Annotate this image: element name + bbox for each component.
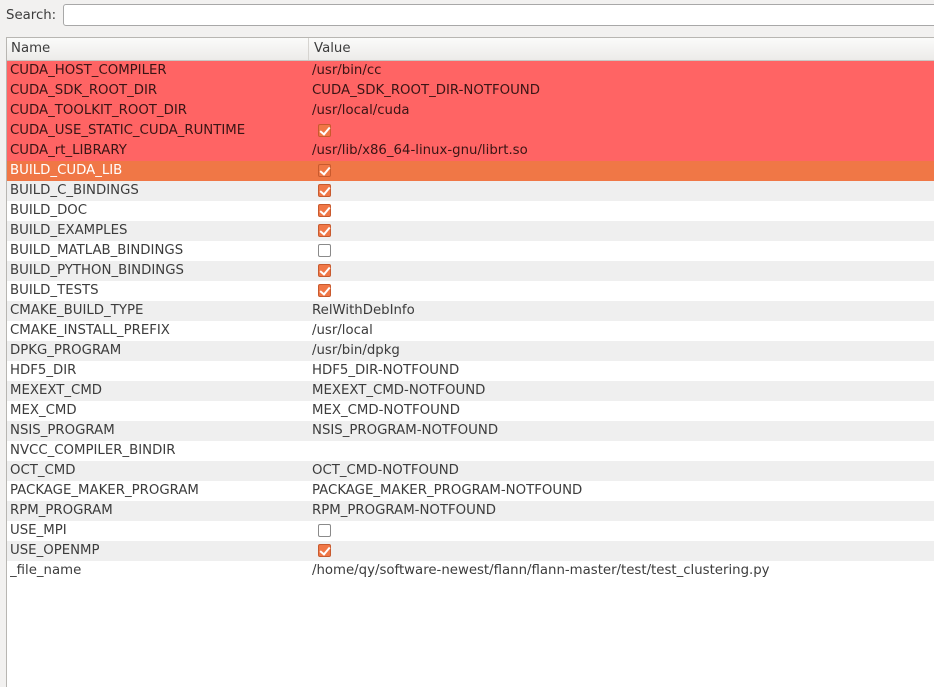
checkbox-checked[interactable] bbox=[318, 184, 331, 197]
table-row[interactable]: OCT_CMD OCT_CMD-NOTFOUND bbox=[7, 461, 934, 481]
variable-name: BUILD_C_BINDINGS bbox=[10, 183, 139, 198]
variable-name: CUDA_USE_STATIC_CUDA_RUNTIME bbox=[10, 123, 246, 138]
table-row[interactable]: PACKAGE_MAKER_PROGRAM PACKAGE_MAKER_PROGR… bbox=[7, 481, 934, 501]
variable-value[interactable]: NSIS_PROGRAM-NOTFOUND bbox=[312, 421, 934, 441]
variable-name: MEX_CMD bbox=[10, 403, 77, 418]
search-bar: Search: bbox=[0, 0, 934, 32]
table-row[interactable]: BUILD_CUDA_LIB bbox=[7, 161, 934, 181]
table-header: Name Value bbox=[7, 38, 934, 61]
variable-name: BUILD_DOC bbox=[10, 203, 88, 218]
table-row[interactable]: NSIS_PROGRAM NSIS_PROGRAM-NOTFOUND bbox=[7, 421, 934, 441]
variable-name: MEXEXT_CMD bbox=[10, 383, 103, 398]
variable-name: CMAKE_INSTALL_PREFIX bbox=[10, 323, 170, 338]
variable-value[interactable]: MEXEXT_CMD-NOTFOUND bbox=[312, 381, 934, 401]
table-row[interactable]: BUILD_DOC bbox=[7, 201, 934, 221]
table-row[interactable]: BUILD_C_BINDINGS bbox=[7, 181, 934, 201]
table-row[interactable]: BUILD_PYTHON_BINDINGS bbox=[7, 261, 934, 281]
table-row[interactable]: CMAKE_BUILD_TYPE RelWithDebInfo bbox=[7, 301, 934, 321]
search-label: Search: bbox=[6, 8, 57, 23]
table-row[interactable]: CUDA_TOOLKIT_ROOT_DIR/usr/local/cuda bbox=[7, 101, 934, 121]
checkbox-unchecked[interactable] bbox=[318, 244, 331, 257]
variable-name: BUILD_PYTHON_BINDINGS bbox=[10, 263, 184, 278]
checkbox-checked[interactable] bbox=[318, 124, 331, 137]
variable-name: CUDA_HOST_COMPILER bbox=[10, 63, 167, 78]
checkbox-checked[interactable] bbox=[318, 164, 331, 177]
variable-value[interactable]: /usr/lib/x86_64-linux-gnu/librt.so bbox=[312, 141, 934, 161]
variable-name: BUILD_CUDA_LIB bbox=[10, 163, 123, 178]
table-row[interactable]: MEXEXT_CMD MEXEXT_CMD-NOTFOUND bbox=[7, 381, 934, 401]
variable-value[interactable]: /usr/local/cuda bbox=[312, 101, 934, 121]
variable-value[interactable]: PACKAGE_MAKER_PROGRAM-NOTFOUND bbox=[312, 481, 934, 501]
table-row[interactable]: BUILD_EXAMPLES bbox=[7, 221, 934, 241]
table-row[interactable]: USE_OPENMP bbox=[7, 541, 934, 561]
table-body: CUDA_HOST_COMPILER/usr/bin/cc CUDA_SDK_RO… bbox=[7, 61, 934, 581]
search-input[interactable] bbox=[63, 4, 934, 26]
table-row[interactable]: HDF5_DIR HDF5_DIR-NOTFOUND bbox=[7, 361, 934, 381]
variable-name: NSIS_PROGRAM bbox=[10, 423, 115, 438]
variable-name: BUILD_MATLAB_BINDINGS bbox=[10, 243, 184, 258]
variable-name: DPKG_PROGRAM bbox=[10, 343, 122, 358]
variable-name: CMAKE_BUILD_TYPE bbox=[10, 303, 144, 318]
table-row[interactable]: CUDA_USE_STATIC_CUDA_RUNTIME bbox=[7, 121, 934, 141]
variable-value[interactable]: /usr/bin/cc bbox=[312, 61, 934, 81]
variable-name: BUILD_TESTS bbox=[10, 283, 99, 298]
table-row[interactable]: BUILD_TESTS bbox=[7, 281, 934, 301]
variable-name: CUDA_SDK_ROOT_DIR bbox=[10, 83, 158, 98]
table-row[interactable]: BUILD_MATLAB_BINDINGS bbox=[7, 241, 934, 261]
table-row[interactable]: MEX_CMD MEX_CMD-NOTFOUND bbox=[7, 401, 934, 421]
variable-name: _file_name bbox=[10, 563, 82, 578]
checkbox-checked[interactable] bbox=[318, 544, 331, 557]
checkbox-unchecked[interactable] bbox=[318, 524, 331, 537]
checkbox-checked[interactable] bbox=[318, 204, 331, 217]
variable-value[interactable]: /usr/local bbox=[312, 321, 934, 341]
variable-name: NVCC_COMPILER_BINDIR bbox=[10, 443, 176, 458]
variable-value[interactable]: /usr/bin/dpkg bbox=[312, 341, 934, 361]
variable-name: PACKAGE_MAKER_PROGRAM bbox=[10, 483, 199, 498]
variable-name: HDF5_DIR bbox=[10, 363, 77, 378]
column-header-value[interactable]: Value bbox=[309, 38, 934, 60]
table-row[interactable]: CUDA_rt_LIBRARY/usr/lib/x86_64-linux-gnu… bbox=[7, 141, 934, 161]
variable-value[interactable]: MEX_CMD-NOTFOUND bbox=[312, 401, 934, 421]
table-row[interactable]: DPKG_PROGRAM/usr/bin/dpkg bbox=[7, 341, 934, 361]
variable-value[interactable]: CUDA_SDK_ROOT_DIR-NOTFOUND bbox=[312, 81, 934, 101]
variable-value[interactable]: /home/qy/software-newest/flann/flann-mas… bbox=[312, 561, 934, 581]
variable-name: CUDA_rt_LIBRARY bbox=[10, 143, 127, 158]
table-row[interactable]: USE_MPI bbox=[7, 521, 934, 541]
cache-variables-table: Name Value CUDA_HOST_COMPILER/usr/bin/cc… bbox=[6, 37, 934, 687]
variable-name: CUDA_TOOLKIT_ROOT_DIR bbox=[10, 103, 187, 118]
variable-name: OCT_CMD bbox=[10, 463, 76, 478]
variable-value[interactable]: RPM_PROGRAM-NOTFOUND bbox=[312, 501, 934, 521]
column-header-name[interactable]: Name bbox=[7, 38, 309, 60]
variable-name: BUILD_EXAMPLES bbox=[10, 223, 128, 238]
checkbox-checked[interactable] bbox=[318, 224, 331, 237]
variable-name: RPM_PROGRAM bbox=[10, 503, 113, 518]
table-row[interactable]: CMAKE_INSTALL_PREFIX/usr/local bbox=[7, 321, 934, 341]
table-row[interactable]: RPM_PROGRAM RPM_PROGRAM-NOTFOUND bbox=[7, 501, 934, 521]
table-row[interactable]: NVCC_COMPILER_BINDIR bbox=[7, 441, 934, 461]
table-row[interactable]: CUDA_HOST_COMPILER/usr/bin/cc bbox=[7, 61, 934, 81]
variable-name: USE_OPENMP bbox=[10, 543, 100, 558]
variable-value[interactable]: HDF5_DIR-NOTFOUND bbox=[312, 361, 934, 381]
variable-value[interactable]: RelWithDebInfo bbox=[312, 301, 934, 321]
checkbox-checked[interactable] bbox=[318, 284, 331, 297]
checkbox-checked[interactable] bbox=[318, 264, 331, 277]
table-row[interactable]: _file_name/home/qy/software-newest/flann… bbox=[7, 561, 934, 581]
variable-value[interactable]: OCT_CMD-NOTFOUND bbox=[312, 461, 934, 481]
table-row[interactable]: CUDA_SDK_ROOT_DIR CUDA_SDK_ROOT_DIR-NOTFO… bbox=[7, 81, 934, 101]
variable-name: USE_MPI bbox=[10, 523, 67, 538]
